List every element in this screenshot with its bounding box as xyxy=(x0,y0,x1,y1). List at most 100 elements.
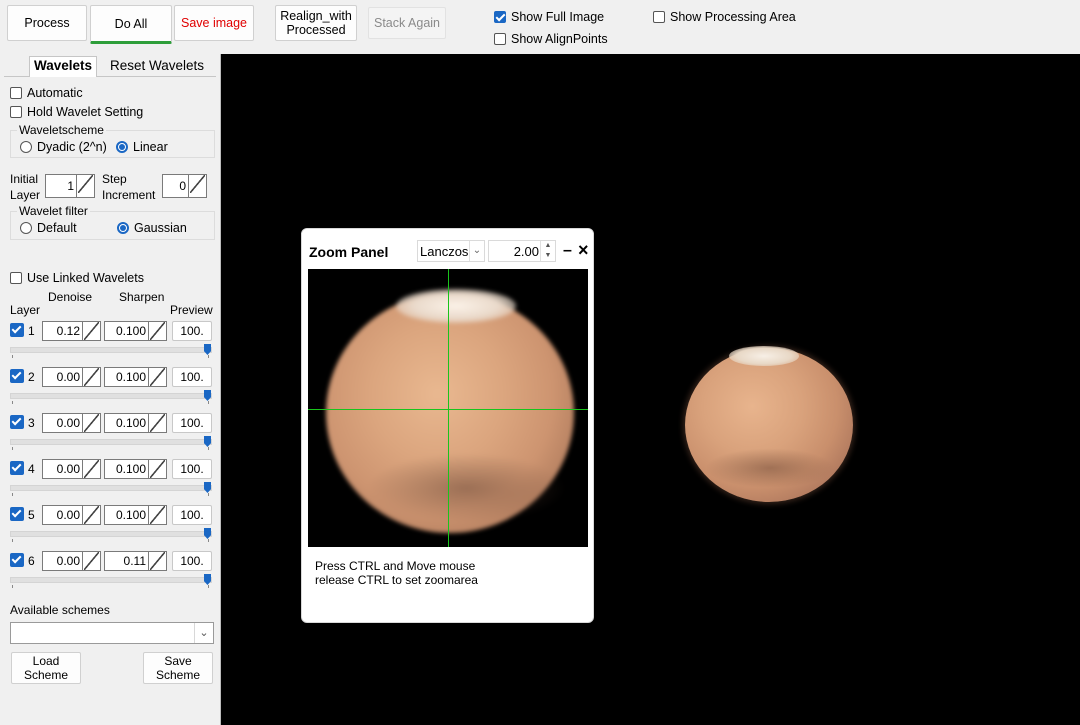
preview-button[interactable]: 100. xyxy=(172,413,212,433)
show-full-image-checkbox[interactable]: Show Full Image xyxy=(494,10,604,24)
slider-tick xyxy=(12,493,13,496)
zoom-factor-stepper[interactable]: 2.00 ▲ ▼ xyxy=(488,240,556,262)
spin-arrows-icon[interactable] xyxy=(148,368,166,386)
stack-again-button[interactable]: Stack Again xyxy=(368,7,446,39)
denoise-stepper[interactable]: 0.00 xyxy=(42,413,101,433)
crosshair-horizontal xyxy=(308,409,588,410)
step-increment-value: 0 xyxy=(179,179,186,193)
layer-enable-checkbox[interactable] xyxy=(10,369,24,383)
interpolation-select[interactable]: Lanczos ⌄ xyxy=(417,240,485,262)
spin-arrows-icon[interactable] xyxy=(82,368,100,386)
denoise-stepper[interactable]: 0.00 xyxy=(42,505,101,525)
tab-reset-wavelets[interactable]: Reset Wavelets xyxy=(110,58,204,73)
spin-arrows-icon[interactable] xyxy=(148,322,166,340)
sharpen-stepper[interactable]: 0.11 xyxy=(104,551,167,571)
filter-default-radio[interactable]: Default xyxy=(20,221,77,235)
show-processing-area-label: Show Processing Area xyxy=(670,10,796,24)
use-linked-wavelets-checkbox[interactable]: Use Linked Wavelets xyxy=(10,271,144,285)
preview-button[interactable]: 100. xyxy=(172,321,212,341)
checkbox-unchecked-icon xyxy=(10,87,22,99)
slider-thumb[interactable] xyxy=(204,482,211,493)
spin-arrows-icon[interactable] xyxy=(82,506,100,524)
slider-thumb[interactable] xyxy=(204,528,211,539)
denoise-stepper[interactable]: 0.00 xyxy=(42,551,101,571)
sharpen-stepper[interactable]: 0.100 xyxy=(104,505,167,525)
zoom-image[interactable] xyxy=(308,269,588,547)
layer-enable-checkbox[interactable] xyxy=(10,507,24,521)
denoise-stepper[interactable]: 0.00 xyxy=(42,367,101,387)
chevron-down-icon[interactable]: ⌄ xyxy=(469,241,484,261)
show-processing-area-checkbox[interactable]: Show Processing Area xyxy=(653,10,796,24)
step-increment-stepper[interactable]: 0 xyxy=(162,174,207,198)
spin-arrows-icon[interactable] xyxy=(82,322,100,340)
sharpen-stepper[interactable]: 0.100 xyxy=(104,321,167,341)
show-alignpoints-checkbox[interactable]: Show AlignPoints xyxy=(494,32,608,46)
hold-wavelet-setting-checkbox[interactable]: Hold Wavelet Setting xyxy=(10,105,143,119)
mars-zoomed xyxy=(326,289,574,533)
spin-arrows-icon[interactable] xyxy=(148,552,166,570)
slider-thumb[interactable] xyxy=(204,436,211,447)
close-icon[interactable]: × xyxy=(578,240,589,261)
schemes-select[interactable]: ⌄ xyxy=(10,622,214,644)
initial-layer-stepper[interactable]: 1 xyxy=(45,174,95,198)
preview-button[interactable]: 100. xyxy=(172,459,212,479)
save-image-button[interactable]: Save image xyxy=(174,5,254,41)
spin-arrows-icon[interactable] xyxy=(82,414,100,432)
realign-label-line2: Processed xyxy=(286,23,346,37)
layer-slider[interactable] xyxy=(10,344,212,355)
checkbox-unchecked-icon xyxy=(653,11,665,23)
load-scheme-label-1: Load xyxy=(32,654,60,668)
layer-slider[interactable] xyxy=(10,528,212,539)
layer-slider[interactable] xyxy=(10,436,212,447)
preview-button[interactable]: 100. xyxy=(172,551,212,571)
layer-enable-checkbox[interactable] xyxy=(10,553,24,567)
sharpen-stepper[interactable]: 0.100 xyxy=(104,367,167,387)
automatic-checkbox[interactable]: Automatic xyxy=(10,86,83,100)
chevron-down-icon[interactable]: ⌄ xyxy=(194,623,213,643)
tab-wavelets[interactable]: Wavelets xyxy=(29,56,98,77)
spin-arrows-icon[interactable] xyxy=(148,414,166,432)
spin-arrows-icon[interactable] xyxy=(82,552,100,570)
radio-selected-icon xyxy=(117,222,129,234)
preview-button[interactable]: 100. xyxy=(172,505,212,525)
spin-arrows-icon[interactable]: ▲ ▼ xyxy=(540,241,555,261)
spin-arrows-icon[interactable] xyxy=(82,460,100,478)
spin-arrows-icon[interactable] xyxy=(148,460,166,478)
load-scheme-label-2: Scheme xyxy=(23,668,69,682)
layer-header: Layer xyxy=(10,303,41,317)
step-increment-label-1: Step xyxy=(102,172,127,186)
initial-layer-label-1: Initial xyxy=(10,172,39,186)
spin-arrows-icon[interactable] xyxy=(148,506,166,524)
do-all-button[interactable]: Do All xyxy=(90,5,172,44)
sharpen-stepper[interactable]: 0.100 xyxy=(104,413,167,433)
denoise-stepper[interactable]: 0.12 xyxy=(42,321,101,341)
denoise-stepper[interactable]: 0.00 xyxy=(42,459,101,479)
slider-thumb[interactable] xyxy=(204,390,211,401)
preview-button[interactable]: 100. xyxy=(172,367,212,387)
slider-thumb[interactable] xyxy=(204,574,211,585)
layer-enable-checkbox[interactable] xyxy=(10,323,24,337)
layer-slider[interactable] xyxy=(10,574,212,585)
spin-arrows-icon[interactable] xyxy=(76,175,94,197)
minimize-icon[interactable]: – xyxy=(563,242,572,260)
interpolation-value: Lanczos xyxy=(420,244,468,259)
dyadic-radio[interactable]: Dyadic (2^n) xyxy=(20,140,107,154)
slider-thumb[interactable] xyxy=(204,344,211,355)
realign-with-processed-button[interactable]: Realign_with Processed xyxy=(275,5,357,41)
show-alignpoints-label: Show AlignPoints xyxy=(511,32,608,46)
available-schemes-label: Available schemes xyxy=(10,603,110,617)
layer-enable-checkbox[interactable] xyxy=(10,461,24,475)
spin-arrows-icon[interactable] xyxy=(188,175,206,197)
layer-slider[interactable] xyxy=(10,390,212,401)
preview-header: Preview xyxy=(170,303,213,317)
layer-enable-checkbox[interactable] xyxy=(10,415,24,429)
sharpen-stepper[interactable]: 0.100 xyxy=(104,459,167,479)
layer-slider[interactable] xyxy=(10,482,212,493)
load-scheme-button[interactable]: Load Scheme xyxy=(11,652,81,684)
save-scheme-button[interactable]: Save Scheme xyxy=(143,652,213,684)
process-button[interactable]: Process xyxy=(7,5,87,41)
mars-image xyxy=(685,346,853,502)
slider-tick xyxy=(12,401,13,404)
filter-gaussian-radio[interactable]: Gaussian xyxy=(117,221,187,235)
linear-radio[interactable]: Linear xyxy=(116,140,168,154)
